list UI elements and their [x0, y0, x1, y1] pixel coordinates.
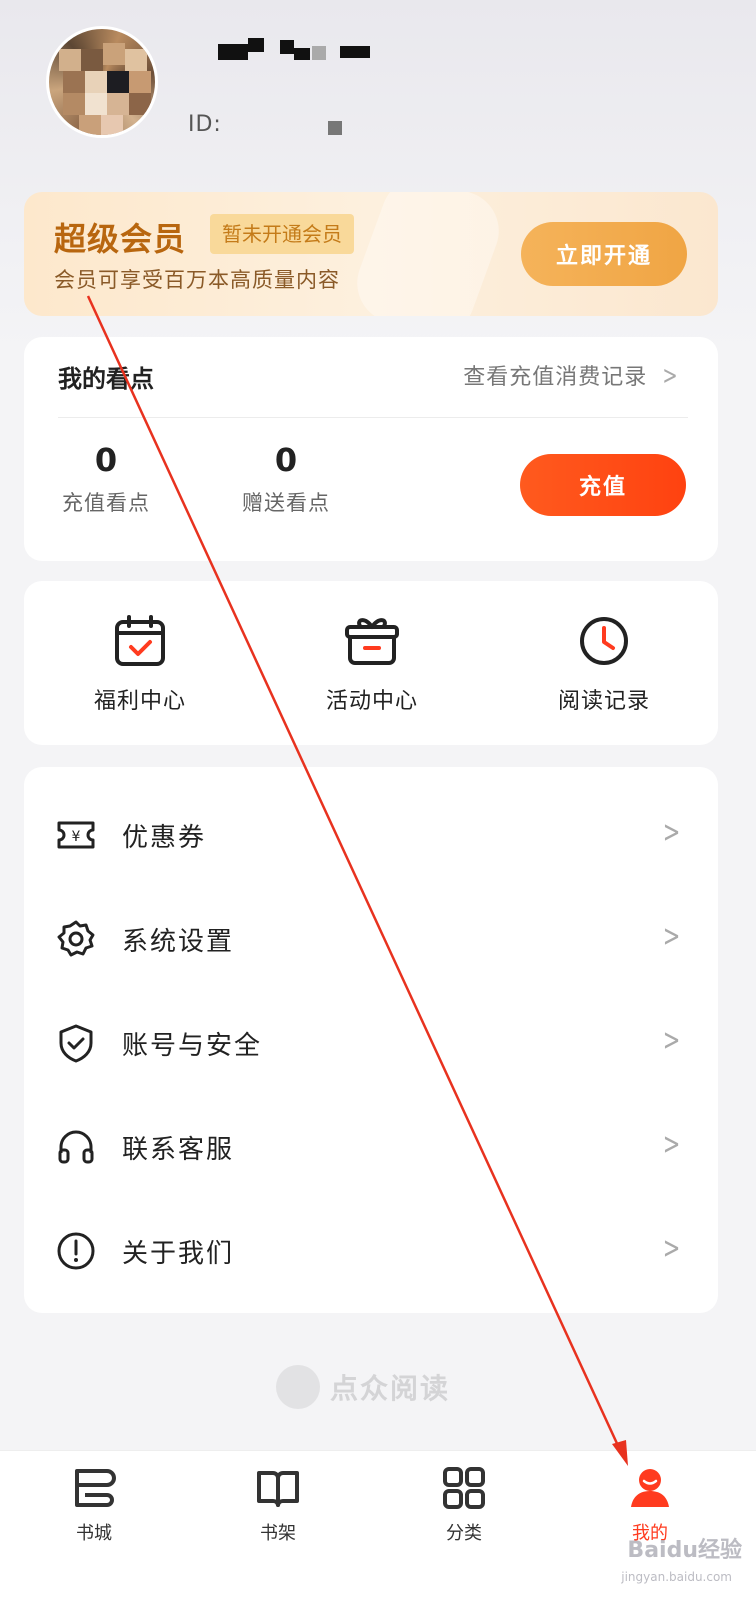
settings-menu: ¥ 优惠券 > 系统设置 > 账号与安全 > 联系客服 > 关于我们 >: [24, 767, 718, 1313]
quick-item-activity[interactable]: 活动中心: [302, 613, 442, 715]
tab-bookstore[interactable]: 书城: [34, 1465, 154, 1545]
quick-item-reading-history[interactable]: 阅读记录: [534, 613, 674, 715]
vip-banner[interactable]: 超级会员 暂未开通会员 会员可享受百万本高质量内容 立即开通: [24, 192, 718, 316]
menu-item-label: 系统设置: [122, 927, 235, 957]
recharge-history-label: 查看充值消费记录: [463, 365, 648, 390]
menu-item-label: 账号与安全: [122, 1031, 263, 1061]
quick-item-label: 福利中心: [93, 689, 186, 714]
brand-logo-icon: [276, 1365, 320, 1409]
gift-points-label: 赠送看点: [242, 491, 330, 515]
baidu-watermark-url: jingyan.baidu.com: [621, 1570, 732, 1584]
gear-icon: [57, 920, 95, 957]
user-name-redacted: [200, 38, 380, 66]
headset-icon: [58, 1130, 94, 1164]
menu-item-label: 联系客服: [122, 1135, 235, 1165]
quick-item-label: 活动中心: [325, 689, 418, 714]
tab-label: 分类: [446, 1523, 482, 1544]
recharge-button[interactable]: 充值: [520, 454, 686, 516]
recharge-points: 0 充值看点: [58, 441, 154, 517]
baidu-watermark: Baidu经验: [627, 1538, 742, 1563]
coupon-icon: ¥: [57, 821, 95, 849]
vip-subtitle: 会员可享受百万本高质量内容: [54, 268, 340, 292]
quick-entries: 福利中心 活动中心 阅读记录: [24, 581, 718, 745]
chevron-right-icon: >: [662, 815, 681, 850]
gift-icon: [345, 618, 399, 665]
recharge-points-label: 充值看点: [62, 491, 150, 515]
brand-watermark: 点众阅读: [276, 1364, 450, 1410]
brand-name: 点众阅读: [330, 1372, 451, 1405]
bookstore-icon: [75, 1469, 116, 1507]
calendar-check-icon: [115, 615, 165, 666]
divider: [58, 417, 688, 418]
vip-status-badge: 暂未开通会员: [210, 214, 354, 254]
tab-category[interactable]: 分类: [404, 1465, 524, 1545]
chevron-right-icon: >: [662, 1023, 681, 1058]
grid-icon: [443, 1467, 485, 1509]
user-icon: [631, 1469, 669, 1507]
menu-item-settings[interactable]: 系统设置 >: [24, 887, 718, 991]
chevron-right-icon: >: [662, 1127, 681, 1162]
quick-item-welfare[interactable]: 福利中心: [70, 613, 210, 715]
chevron-right-icon: >: [662, 1231, 681, 1266]
menu-item-label: 关于我们: [122, 1239, 235, 1269]
clock-icon: [580, 617, 628, 665]
vip-title: 超级会员: [54, 220, 187, 258]
points-title: 我的看点: [58, 365, 154, 393]
tab-label: 书城: [76, 1523, 112, 1544]
chevron-right-icon: >: [662, 361, 679, 391]
points-card: 我的看点 查看充值消费记录 > 0 充值看点 0 赠送看点 充值: [24, 337, 718, 561]
user-id-label: ID:: [188, 112, 222, 137]
menu-item-coupons[interactable]: ¥ 优惠券 >: [24, 783, 718, 887]
vip-activate-button[interactable]: 立即开通: [521, 222, 687, 286]
quick-item-label: 阅读记录: [557, 689, 650, 714]
gift-points-value: 0: [274, 441, 298, 479]
avatar[interactable]: [46, 26, 158, 138]
gift-points: 0 赠送看点: [238, 441, 334, 517]
tab-bookshelf[interactable]: 书架: [218, 1465, 338, 1545]
svg-text:¥: ¥: [72, 829, 81, 845]
menu-item-customer-service[interactable]: 联系客服 >: [24, 1095, 718, 1199]
book-icon: [257, 1471, 299, 1507]
shield-icon: [59, 1024, 93, 1063]
info-icon: [57, 1232, 95, 1270]
user-id-redacted: [328, 121, 342, 135]
tab-label: 书架: [260, 1523, 296, 1544]
menu-item-label: 优惠券: [122, 823, 207, 853]
recharge-points-value: 0: [94, 441, 118, 479]
chevron-right-icon: >: [662, 919, 681, 954]
menu-item-account-security[interactable]: 账号与安全 >: [24, 991, 718, 1095]
menu-item-about[interactable]: 关于我们 >: [24, 1199, 718, 1303]
recharge-history-link[interactable]: 查看充值消费记录 >: [463, 359, 682, 391]
